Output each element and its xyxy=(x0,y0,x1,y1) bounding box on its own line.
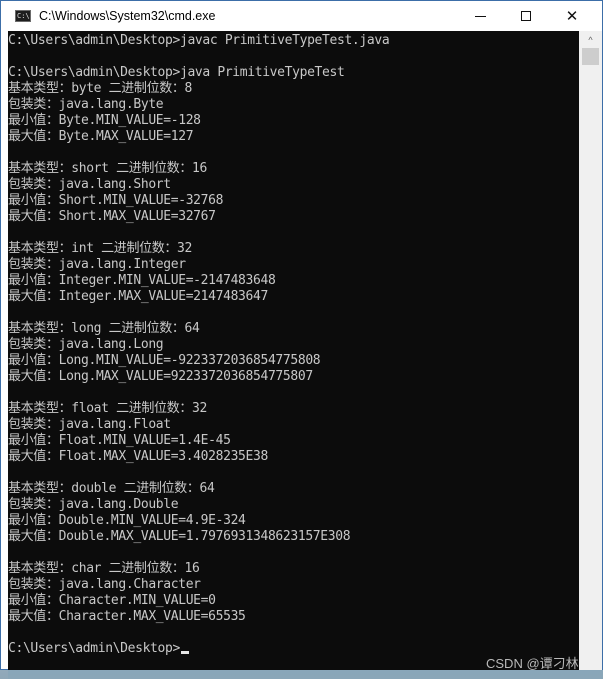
console-output[interactable]: C:\Users\admin\Desktop>javac PrimitiveTy… xyxy=(8,31,579,670)
window-title: C:\Windows\System32\cmd.exe xyxy=(39,9,216,23)
console-line: 最小值：Byte.MIN_VALUE=-128 xyxy=(8,113,201,128)
console-line: 基本类型：short 二进制位数：16 xyxy=(8,161,207,176)
console-line: 包装类：java.lang.Double xyxy=(8,497,179,512)
console-line: 包装类：java.lang.Integer xyxy=(8,257,186,272)
chevron-up-icon: ^ xyxy=(588,34,593,45)
console-line: 最小值：Short.MIN_VALUE=-32768 xyxy=(8,193,224,208)
text-cursor xyxy=(180,651,189,654)
console-line: 最小值：Character.MIN_VALUE=0 xyxy=(8,593,216,608)
minimize-button[interactable] xyxy=(457,1,503,31)
console-line: 基本类型：int 二进制位数：32 xyxy=(8,241,193,256)
cmd-window: C:\Windows\System32\cmd.exe ✕ C:\Users\a… xyxy=(0,0,603,670)
maximize-icon xyxy=(521,11,531,21)
vertical-scrollbar[interactable]: ^ xyxy=(579,31,602,670)
console-line: 最大值：Short.MAX_VALUE=32767 xyxy=(8,209,216,224)
console-line: 最小值：Integer.MIN_VALUE=-2147483648 xyxy=(8,273,276,288)
console-line: 包装类：java.lang.Character xyxy=(8,577,201,592)
console-line: 最大值：Long.MAX_VALUE=9223372036854775807 xyxy=(8,369,313,384)
console-line: 基本类型：byte 二进制位数：8 xyxy=(8,81,193,96)
console-line: 最小值：Float.MIN_VALUE=1.4E-45 xyxy=(8,433,231,448)
console-line: 最小值：Long.MIN_VALUE=-9223372036854775808 xyxy=(8,353,321,368)
close-icon: ✕ xyxy=(565,7,579,25)
scroll-thumb[interactable] xyxy=(582,48,599,65)
close-button[interactable]: ✕ xyxy=(549,1,595,31)
scroll-up-button[interactable]: ^ xyxy=(579,31,602,48)
console-line: 最大值：Byte.MAX_VALUE=127 xyxy=(8,129,194,144)
console-line: 包装类：java.lang.Long xyxy=(8,337,164,352)
console-line: 最大值：Integer.MAX_VALUE=2147483647 xyxy=(8,289,268,304)
console-line: 最大值：Double.MAX_VALUE=1.7976931348623157E… xyxy=(8,529,351,544)
console-line: 基本类型：double 二进制位数：64 xyxy=(8,481,215,496)
console-text: C:\Users\admin\Desktop>javac PrimitiveTy… xyxy=(8,33,390,657)
console-line: 包装类：java.lang.Byte xyxy=(8,97,164,112)
console-line: 最大值：Float.MAX_VALUE=3.4028235E38 xyxy=(8,449,268,464)
minimize-icon xyxy=(474,15,486,17)
console-line: 包装类：java.lang.Short xyxy=(8,177,171,192)
csdn-watermark: CSDN @谭刁林 xyxy=(486,656,579,671)
title-bar[interactable]: C:\Windows\System32\cmd.exe ✕ xyxy=(1,1,602,31)
console-line: 基本类型：float 二进制位数：32 xyxy=(8,401,207,416)
console-line: 基本类型：char 二进制位数：16 xyxy=(8,561,200,576)
maximize-button[interactable] xyxy=(503,1,549,31)
console-line: C:\Users\admin\Desktop>javac PrimitiveTy… xyxy=(8,33,390,48)
console-line: 基本类型：long 二进制位数：64 xyxy=(8,321,200,336)
console-line: C:\Users\admin\Desktop> xyxy=(8,641,389,657)
console-line: 最小值：Double.MIN_VALUE=4.9E-324 xyxy=(8,513,246,528)
console-line: 包装类：java.lang.Float xyxy=(8,417,171,432)
cmd-icon xyxy=(15,10,31,22)
console-line: C:\Users\admin\Desktop>java PrimitiveTyp… xyxy=(8,65,345,80)
console-line: 最大值：Character.MAX_VALUE=65535 xyxy=(8,609,246,624)
